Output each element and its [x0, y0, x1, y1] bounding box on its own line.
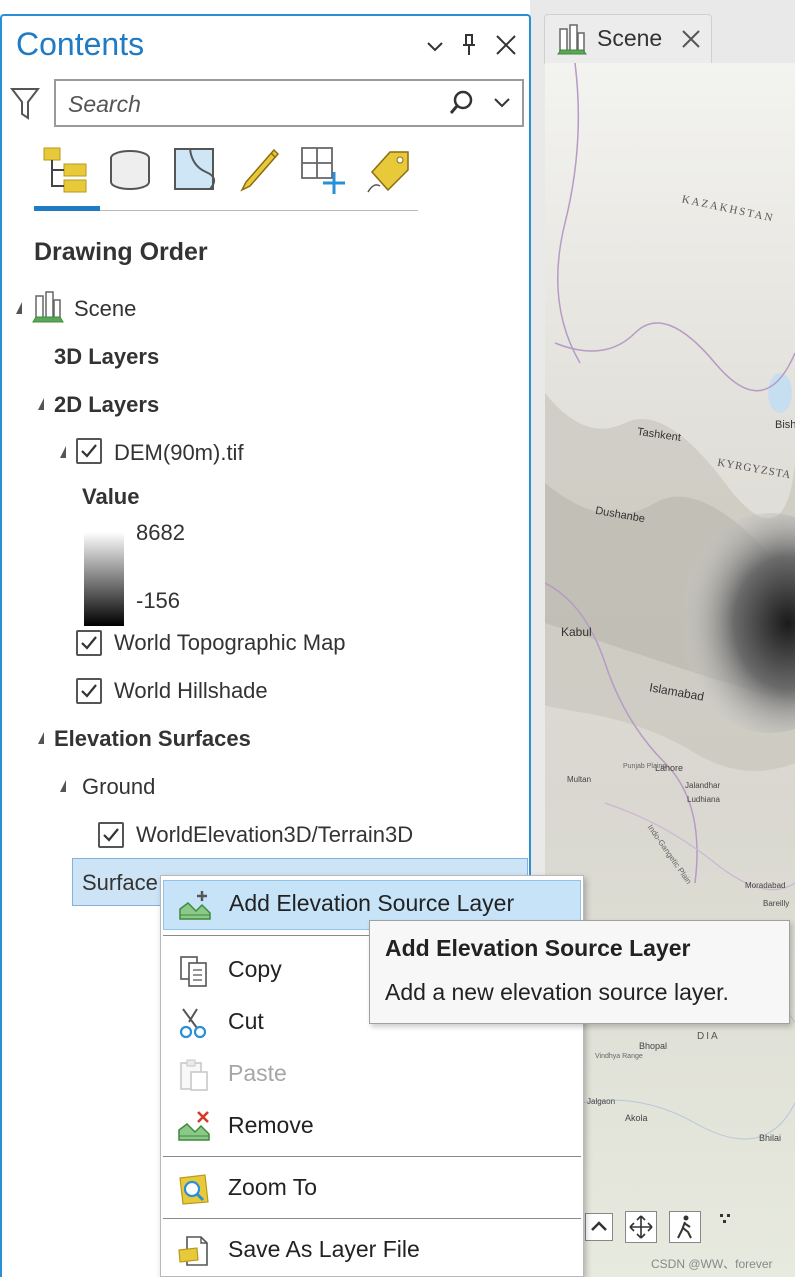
menu-item-label: Cut: [228, 1008, 264, 1034]
pane-title: Contents: [16, 26, 145, 62]
scene-icon: [557, 23, 587, 57]
close-icon[interactable]: [679, 27, 703, 51]
layer-visibility-checkbox[interactable]: [98, 822, 124, 848]
list-by-editing-icon[interactable]: [238, 146, 282, 194]
menu-item-remove[interactable]: Remove: [163, 1102, 581, 1152]
toolbar-divider: [100, 210, 418, 211]
list-by-source-icon[interactable]: [108, 148, 154, 192]
map-label: Jalandhar: [685, 781, 721, 790]
menu-item-save-as-layer-file[interactable]: Save As Layer File: [163, 1226, 581, 1276]
map-label: Bhilai: [759, 1133, 782, 1143]
copy-icon: [177, 954, 211, 988]
map-label: Akola: [625, 1113, 648, 1123]
menu-item-label: Paste: [228, 1060, 287, 1086]
tooltip-description: Add a new elevation source layer.: [385, 979, 729, 1005]
map-label: DIA: [697, 1031, 720, 1042]
expand-icon[interactable]: [54, 446, 66, 458]
map-label: Vindhya Range: [595, 1053, 643, 1060]
layer-visibility-checkbox[interactable]: [76, 630, 102, 656]
active-view-underline: [34, 206, 100, 211]
list-by-snapping-icon[interactable]: [300, 146, 348, 196]
tab-scene-label: Scene: [597, 25, 663, 51]
list-by-drawing-order-icon[interactable]: [42, 146, 92, 194]
search-input[interactable]: Search: [54, 79, 524, 127]
paste-icon: [177, 1058, 211, 1092]
legend-ramp: [84, 532, 124, 626]
chevron-down-icon[interactable]: [424, 36, 446, 58]
chevron-down-icon[interactable]: [492, 93, 512, 113]
more-icon[interactable]: [719, 1213, 733, 1227]
menu-item-label: Save As Layer File: [228, 1236, 420, 1262]
map-label: Bareilly: [763, 899, 790, 908]
nav-up-button[interactable]: [585, 1213, 613, 1241]
menu-item-label: Copy: [228, 956, 282, 982]
section-title: Drawing Order: [34, 238, 208, 266]
menu-item-label: Zoom To: [228, 1174, 318, 1200]
map-label: Punjab Plains: [623, 763, 666, 770]
tree-elevation-surfaces[interactable]: Elevation Surfaces: [54, 726, 251, 752]
filter-icon[interactable]: [9, 86, 41, 122]
tree-3d-layers[interactable]: 3D Layers: [54, 344, 159, 370]
tree-scene[interactable]: Scene: [74, 296, 136, 322]
cut-icon: [177, 1006, 211, 1040]
legend-title: Value: [82, 484, 140, 509]
walk-icon[interactable]: [669, 1211, 701, 1243]
zoom-to-icon: [177, 1172, 211, 1206]
expand-icon[interactable]: [32, 398, 44, 410]
tree-world-topo[interactable]: World Topographic Map: [114, 630, 346, 656]
tree-world-hillshade[interactable]: World Hillshade: [114, 678, 268, 704]
search-placeholder: Search: [68, 91, 141, 117]
layer-visibility-checkbox[interactable]: [76, 678, 102, 704]
remove-elevation-icon: [177, 1110, 211, 1144]
tree-2d-layers[interactable]: 2D Layers: [54, 392, 159, 418]
menu-item-label: Add Elevation Source Layer: [229, 890, 515, 916]
list-by-labeling-icon[interactable]: [364, 148, 412, 196]
close-icon[interactable]: [494, 33, 518, 57]
expand-icon[interactable]: [32, 732, 44, 744]
search-icon[interactable]: [448, 89, 476, 117]
pan-icon[interactable]: [625, 1211, 657, 1243]
pin-icon[interactable]: [458, 32, 480, 58]
tree-dem-layer[interactable]: DEM(90m).tif: [114, 440, 244, 466]
tooltip: Add Elevation Source Layer Add a new ele…: [369, 920, 790, 1024]
add-elevation-icon: [178, 889, 212, 923]
tab-scene[interactable]: Scene: [544, 14, 712, 64]
watermark: CSDN @WW、forever: [651, 1257, 773, 1271]
menu-separator: [163, 1218, 581, 1219]
map-label: Jalgaon: [587, 1097, 616, 1106]
tree-ground[interactable]: Ground: [82, 774, 155, 800]
tree-surface: Surface: [82, 870, 158, 895]
menu-item-paste[interactable]: Paste: [163, 1050, 581, 1100]
map-label: Bhopal: [639, 1041, 668, 1051]
tooltip-title: Add Elevation Source Layer: [385, 935, 691, 961]
layer-visibility-checkbox[interactable]: [76, 438, 102, 464]
expand-icon[interactable]: [10, 302, 22, 314]
map-label: Multan: [567, 775, 592, 784]
scene-icon: [32, 290, 64, 324]
map-label: Ludhiana: [687, 795, 720, 804]
list-by-selection-icon[interactable]: [172, 146, 218, 192]
menu-item-label: Remove: [228, 1112, 314, 1138]
save-layer-file-icon: [177, 1234, 211, 1268]
map-label: Moradabad: [745, 881, 786, 890]
menu-item-zoom-to[interactable]: Zoom To: [163, 1164, 581, 1214]
tree-world-elevation[interactable]: WorldElevation3D/Terrain3D: [136, 822, 413, 848]
legend-max: 8682: [136, 520, 185, 545]
legend-min: -156: [136, 588, 181, 613]
map-label: Kabul: [561, 625, 592, 639]
expand-icon[interactable]: [54, 780, 66, 792]
menu-separator: [163, 1156, 581, 1157]
map-label: Bish: [775, 419, 795, 431]
